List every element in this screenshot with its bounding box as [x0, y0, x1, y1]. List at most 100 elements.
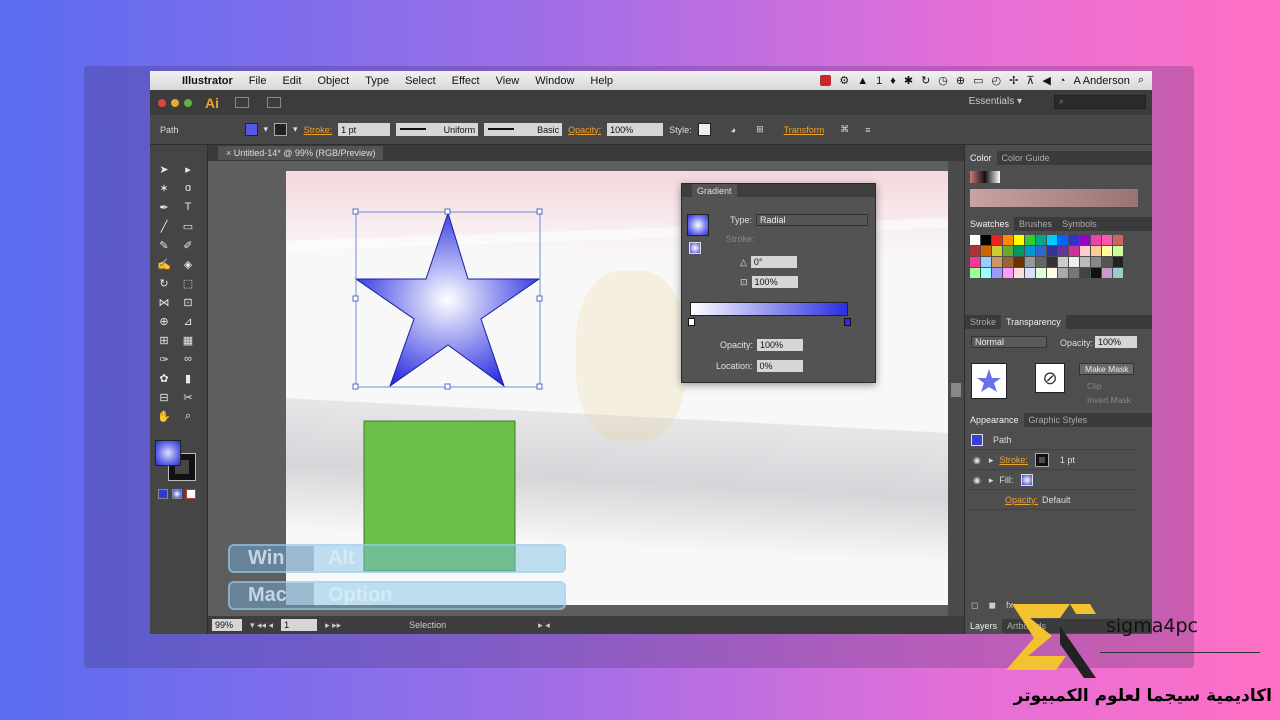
gradient-stop-end[interactable]	[844, 318, 851, 326]
clock-icon[interactable]: ◴	[992, 74, 1002, 87]
color-swatch[interactable]	[1047, 235, 1057, 245]
appearance-stroke-link[interactable]: Stroke:	[999, 455, 1028, 465]
gradient-slider[interactable]	[690, 302, 848, 316]
eraser-tool-icon[interactable]: ◈	[179, 256, 197, 272]
rotate-tool-icon[interactable]: ↻	[155, 275, 173, 291]
variable-width-profile[interactable]: Uniform	[396, 123, 479, 136]
recolor-icon[interactable]: ◕	[731, 125, 736, 135]
star-shape[interactable]	[354, 211, 541, 388]
color-swatch[interactable]	[1047, 246, 1057, 256]
color-swatch[interactable]	[1025, 268, 1035, 278]
document-tab[interactable]: × Untitled-14* @ 99% (RGB/Preview)	[218, 146, 384, 160]
user-name[interactable]: A Anderson	[1074, 75, 1130, 87]
artboard-tool-icon[interactable]: ⊟	[155, 389, 173, 405]
appearance-fill-swatch[interactable]	[1021, 474, 1034, 486]
width-tool-icon[interactable]: ⋈	[155, 294, 173, 310]
color-swatch[interactable]	[1036, 257, 1046, 267]
time-icon[interactable]: ◔	[1059, 75, 1066, 87]
opacity-field[interactable]: 100%	[607, 123, 664, 136]
tab-brushes[interactable]: Brushes	[1014, 217, 1057, 231]
panel-menu-icon[interactable]: ≡	[865, 125, 870, 135]
color-swatch[interactable]	[1058, 268, 1068, 278]
stroke-link[interactable]: Stroke:	[304, 125, 333, 135]
color-swatch[interactable]	[992, 268, 1002, 278]
zoom-field[interactable]: 99%	[212, 619, 242, 631]
stroke-color-swatch[interactable]	[274, 123, 288, 136]
fill-box[interactable]	[155, 440, 181, 466]
wifi-icon[interactable]: ⊼	[1026, 74, 1034, 87]
color-swatch[interactable]	[981, 257, 991, 267]
color-swatch[interactable]	[1069, 246, 1079, 256]
gradient-tool-icon[interactable]: ▦	[179, 332, 197, 348]
color-swatch[interactable]	[1025, 235, 1035, 245]
color-swatch[interactable]	[1036, 268, 1046, 278]
paw-icon[interactable]: ✱	[904, 74, 913, 87]
vertical-scrollbar[interactable]	[948, 161, 964, 616]
selection-tool-icon[interactable]: ➤	[155, 161, 173, 177]
direct-selection-tool-icon[interactable]: ▸	[179, 161, 197, 177]
appearance-fill-row[interactable]: ◉ ▸ Fill:	[965, 471, 1137, 490]
expand-arrow-icon[interactable]: ▸	[989, 475, 994, 486]
color-swatch[interactable]	[1003, 246, 1013, 256]
fill-dropdown-icon[interactable]: ▾	[264, 124, 269, 135]
menu-window[interactable]: Window	[535, 75, 574, 87]
color-mode-button[interactable]	[158, 489, 168, 499]
color-swatch[interactable]	[1080, 268, 1090, 278]
color-swatch[interactable]	[992, 235, 1002, 245]
make-mask-button[interactable]: Make Mask	[1079, 363, 1135, 375]
gradient-opacity-field[interactable]: 100%	[757, 339, 804, 351]
visibility-eye-icon[interactable]: ◉	[973, 475, 981, 486]
hand-tool-icon[interactable]: ✋	[155, 408, 173, 424]
color-swatch[interactable]	[970, 235, 980, 245]
tab-graphic-styles[interactable]: Graphic Styles	[1024, 413, 1093, 427]
symbol-sprayer-tool-icon[interactable]: ✿	[155, 370, 173, 386]
tab-appearance[interactable]: Appearance	[965, 413, 1024, 427]
eyedropper-tool-icon[interactable]: ✑	[155, 351, 173, 367]
transform-icon[interactable]: ⌘	[840, 124, 849, 135]
gear-icon[interactable]: ⚙	[839, 74, 849, 87]
stroke-dropdown-icon[interactable]: ▾	[293, 124, 298, 135]
add-stroke-icon[interactable]: ◼	[988, 600, 995, 614]
scroll-thumb[interactable]	[951, 383, 961, 397]
appearance-path-row[interactable]: Path	[965, 431, 1137, 450]
color-swatch[interactable]	[1014, 235, 1024, 245]
gradient-fill-stroke-toggle[interactable]	[689, 242, 701, 254]
appearance-stroke-swatch[interactable]	[1034, 453, 1049, 467]
appearance-opacity-link[interactable]: Opacity:	[1005, 495, 1038, 505]
color-swatch[interactable]	[1113, 257, 1123, 267]
opacity-link[interactable]: Opacity:	[568, 125, 601, 135]
rectangle-tool-icon[interactable]: ▭	[179, 218, 197, 234]
color-swatch[interactable]	[1003, 268, 1013, 278]
color-swatch[interactable]	[1091, 257, 1101, 267]
menu-file[interactable]: File	[249, 75, 267, 87]
color-swatch[interactable]	[1113, 268, 1123, 278]
color-swatch[interactable]	[1036, 235, 1046, 245]
status-menu-icon[interactable]: ▸ ◂	[538, 620, 550, 631]
gradient-panel-header[interactable]: Gradient	[682, 184, 875, 197]
slice-tool-icon[interactable]: ✂	[179, 389, 197, 405]
clear-appearance-icon[interactable]: ◻	[971, 600, 978, 614]
zoom-dropdown-icon[interactable]: ▾ ◂◂ ◂	[250, 620, 273, 631]
gradient-type-select[interactable]: Radial	[756, 214, 869, 226]
color-swatch[interactable]	[970, 246, 980, 256]
tab-color-guide[interactable]: Color Guide	[997, 151, 1055, 165]
blend-tool-icon[interactable]: ∞	[179, 351, 197, 367]
color-swatch[interactable]	[981, 268, 991, 278]
color-swatch[interactable]	[1058, 235, 1068, 245]
perspective-grid-tool-icon[interactable]: ⊿	[179, 313, 197, 329]
tab-transparency[interactable]: Transparency	[1001, 315, 1066, 329]
sync-icon[interactable]: ↻	[921, 74, 930, 87]
color-swatch[interactable]	[1036, 246, 1046, 256]
spotlight-icon[interactable]: ⌕	[1138, 74, 1144, 87]
bridge-button[interactable]	[235, 97, 249, 108]
color-swatch[interactable]	[970, 268, 980, 278]
tab-swatches[interactable]: Swatches	[965, 217, 1015, 231]
color-swatch[interactable]	[1047, 268, 1057, 278]
type-tool-icon[interactable]: T	[179, 199, 197, 215]
line-tool-icon[interactable]: ╱	[155, 218, 173, 234]
color-swatch[interactable]	[1025, 246, 1035, 256]
paintbrush-tool-icon[interactable]: ✎	[155, 237, 173, 253]
color-swatch[interactable]	[981, 246, 991, 256]
color-swatch[interactable]	[1014, 246, 1024, 256]
blend-mode-select[interactable]: Normal	[971, 336, 1047, 348]
